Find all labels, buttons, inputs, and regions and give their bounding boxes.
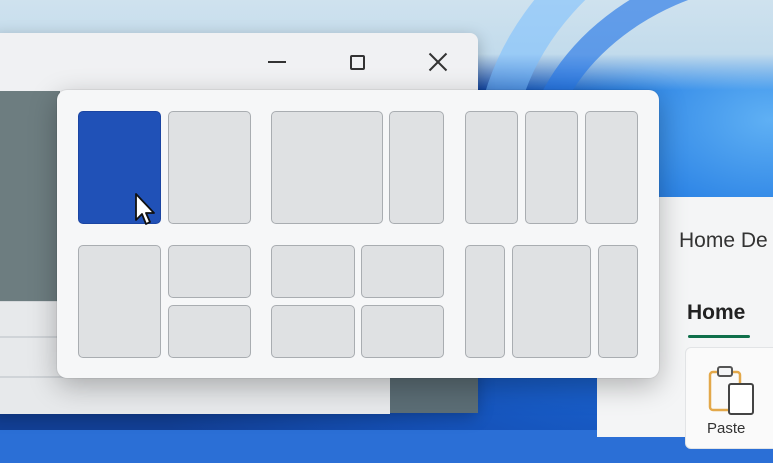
snap-zone-layout2-right[interactable] xyxy=(389,111,444,224)
snap-zone-layout2-left[interactable] xyxy=(271,111,383,224)
snap-zone-layout4-bottom-right[interactable] xyxy=(168,305,251,358)
snap-zone-layout6-left[interactable] xyxy=(465,245,505,358)
maximize-icon xyxy=(349,54,365,70)
snap-zone-layout3-center[interactable] xyxy=(525,111,578,224)
snap-zone-layout5-bottom-right[interactable] xyxy=(361,305,444,358)
close-button[interactable] xyxy=(417,45,459,79)
snap-zone-layout5-bottom-left[interactable] xyxy=(271,305,355,358)
snap-layouts-flyout xyxy=(57,90,659,378)
close-icon xyxy=(428,52,448,72)
snap-zone-layout4-top-right[interactable] xyxy=(168,245,251,298)
snap-zone-layout5-top-left[interactable] xyxy=(271,245,355,298)
snap-zone-layout6-center[interactable] xyxy=(512,245,591,358)
maximize-button[interactable] xyxy=(336,45,378,79)
tab-home[interactable]: Home xyxy=(687,301,745,325)
paste-icon[interactable] xyxy=(707,362,757,418)
snap-zone-layout3-left[interactable] xyxy=(465,111,518,224)
snap-zone-layout5-top-right[interactable] xyxy=(361,245,444,298)
snap-zone-layout4-left[interactable] xyxy=(78,245,161,358)
tab-home-indicator xyxy=(688,335,750,338)
mouse-pointer-icon xyxy=(135,193,155,225)
snap-zone-layout3-right[interactable] xyxy=(585,111,638,224)
snap-zone-layout1-right[interactable] xyxy=(168,111,251,224)
minimize-icon xyxy=(268,61,286,63)
paste-label: Paste xyxy=(707,420,746,437)
snap-zone-layout6-right[interactable] xyxy=(598,245,638,358)
minimize-button[interactable] xyxy=(256,45,298,79)
document-title: Home De xyxy=(679,229,768,252)
window-sidebar xyxy=(0,91,60,301)
